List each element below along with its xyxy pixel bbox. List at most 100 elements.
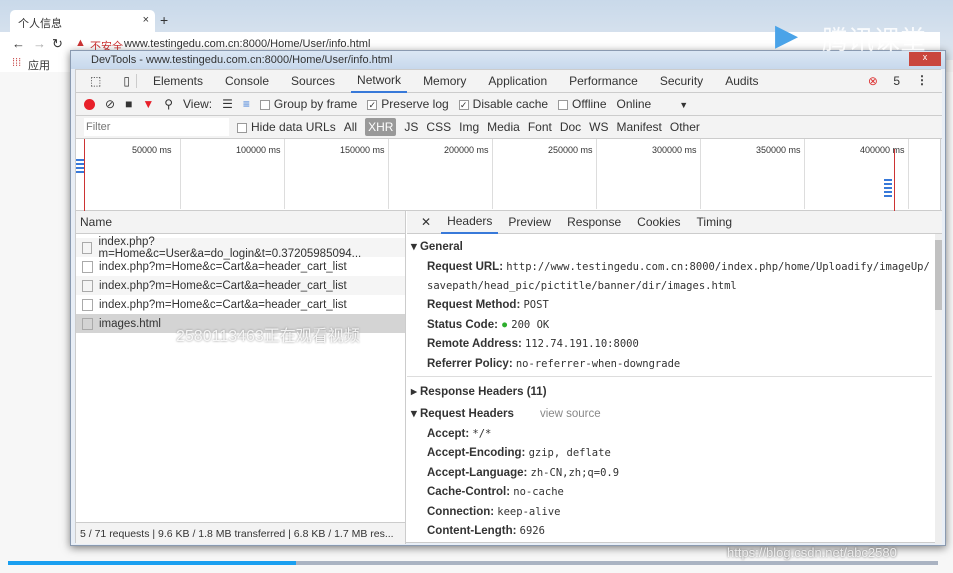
timeline-bars <box>76 159 84 175</box>
forward-icon[interactable]: → <box>33 36 46 51</box>
network-toolbar: ⊘ ■ ▼ ⚲ View: ☰ ≡ Group by frame ✓ Preser… <box>76 93 942 116</box>
timeline-gridline <box>700 139 701 209</box>
filter-xhr[interactable]: XHR <box>365 118 397 136</box>
request-row[interactable]: index.php?m=Home&c=User&a=do_login&t=0.3… <box>76 235 405 260</box>
tab-elements[interactable]: Elements <box>147 74 209 88</box>
request-headers-toggle[interactable]: ▾ Request Headers view source <box>407 403 932 425</box>
filter-all[interactable]: All <box>344 120 357 134</box>
preserve-log-checkbox[interactable]: ✓ Preserve log <box>367 97 449 111</box>
tab-headers[interactable]: Headers <box>441 211 499 234</box>
viewer-notice: 2580113463正在观看视频 <box>176 328 360 345</box>
request-row[interactable]: index.php?m=Home&c=Cart&a=header_cart_li… <box>76 276 405 295</box>
filter-font[interactable]: Font <box>528 120 552 134</box>
tab-preview[interactable]: Preview <box>502 215 557 229</box>
request-header-row: Cache-Control: no-cache <box>427 486 564 498</box>
timeline-tick-label: 200000 ms <box>444 145 489 155</box>
waterfall-icon[interactable]: ≡ <box>243 97 250 111</box>
timeline-marker <box>84 139 85 211</box>
record-button[interactable] <box>84 98 95 110</box>
tab-application[interactable]: Application <box>482 74 553 88</box>
response-headers-toggle[interactable]: ▸ Response Headers (11) <box>407 381 932 403</box>
request-header-row: Accept: */* <box>427 427 492 440</box>
scrollbar[interactable] <box>935 234 942 544</box>
close-tab-icon[interactable]: × <box>143 14 149 26</box>
tab-title: 个人信息 <box>18 18 62 30</box>
tab-console[interactable]: Console <box>219 74 275 88</box>
tab-timing[interactable]: Timing <box>691 215 739 229</box>
tab-network[interactable]: Network <box>351 70 408 93</box>
timeline-overview[interactable]: 50000 ms 100000 ms 150000 ms 200000 ms 25000… <box>76 139 942 211</box>
filter-js[interactable]: JS <box>404 120 418 134</box>
warning-icon: ▲ <box>75 37 86 49</box>
file-icon <box>82 260 93 273</box>
new-tab-icon[interactable]: + <box>160 12 168 28</box>
general-section-toggle[interactable]: ▾ General <box>407 236 932 258</box>
filter-ws[interactable]: WS <box>589 120 608 134</box>
devtools-window: DevTools - www.testingedu.com.cn:8000/Ho… <box>70 50 946 546</box>
more-menu-icon[interactable]: ⋮ <box>910 73 934 87</box>
hide-data-urls-checkbox[interactable]: Hide data URLs <box>237 120 336 134</box>
detail-tabs: ✕ Headers Preview Response Cookies Timin… <box>407 211 942 234</box>
filter-other[interactable]: Other <box>670 120 700 134</box>
request-name: index.php?m=Home&c=Cart&a=header_cart_li… <box>99 260 347 273</box>
filter-input[interactable] <box>84 118 229 136</box>
timeline-tick-label: 350000 ms <box>756 145 801 155</box>
timeline-tick-label: 150000 ms <box>340 145 385 155</box>
file-icon <box>82 317 93 330</box>
request-name: index.php?m=Home&c=Cart&a=header_cart_li… <box>99 279 347 292</box>
disable-cache-checkbox[interactable]: ✓ Disable cache <box>458 97 548 111</box>
request-row[interactable]: index.php?m=Home&c=Cart&a=header_cart_li… <box>76 295 405 314</box>
blog-watermark: https://blog.csdn.net/abc2580 <box>727 545 897 560</box>
timeline-bars <box>884 179 892 199</box>
general-row: Status Code: ● 200 OK <box>427 318 550 331</box>
inspect-icon[interactable]: ⬚ <box>84 74 107 88</box>
tab-response[interactable]: Response <box>561 215 627 229</box>
request-name: index.php?m=Home&c=User&a=do_login&t=0.3… <box>98 235 362 260</box>
filter-manifest[interactable]: Manifest <box>617 120 662 134</box>
large-rows-icon[interactable]: ☰ <box>222 97 233 111</box>
request-header-row: Content-Length: 6926 <box>427 525 545 537</box>
error-count: 5 <box>893 74 900 88</box>
offline-checkbox[interactable]: Offline <box>558 97 607 111</box>
request-row[interactable]: index.php?m=Home&c=Cart&a=header_cart_li… <box>76 257 405 276</box>
tab-security[interactable]: Security <box>654 74 709 88</box>
tab-memory[interactable]: Memory <box>417 74 472 88</box>
reload-icon[interactable]: ↻ <box>52 36 63 52</box>
tab-performance[interactable]: Performance <box>563 74 644 88</box>
capture-screenshots-icon[interactable]: ■ <box>125 97 132 111</box>
filter-media[interactable]: Media <box>487 120 520 134</box>
search-icon[interactable]: ⚲ <box>164 97 173 111</box>
filter-icon[interactable]: ▼ <box>142 97 154 111</box>
brand-watermark: 腾讯课堂 <box>822 25 927 55</box>
tab-audits[interactable]: Audits <box>719 74 764 88</box>
general-row: Request URL: http://www.testingedu.com.c… <box>427 261 930 292</box>
tab-sources[interactable]: Sources <box>285 74 341 88</box>
name-column-header[interactable]: Name <box>76 211 405 234</box>
view-source-link[interactable]: view source <box>540 408 601 420</box>
clear-icon[interactable]: ⊘ <box>105 97 115 111</box>
back-icon[interactable]: ← <box>12 36 25 51</box>
bookmark-apps[interactable]: 应用 <box>28 57 50 73</box>
group-by-frame-checkbox[interactable]: Group by frame <box>259 97 357 111</box>
devtools-tabs: ⬚ ▯ Elements Console Sources Network Memo… <box>76 70 942 93</box>
tab-cookies[interactable]: Cookies <box>631 215 686 229</box>
close-detail-icon[interactable]: ✕ <box>415 215 437 229</box>
filter-doc[interactable]: Doc <box>560 120 581 134</box>
file-icon <box>82 279 93 292</box>
timeline-tick-label: 300000 ms <box>652 145 697 155</box>
throttle-select[interactable]: Online ▼ <box>617 97 689 111</box>
filter-img[interactable]: Img <box>459 120 479 134</box>
status-ok-icon: ● <box>501 318 509 331</box>
general-row: Remote Address: 112.74.191.10:8000 <box>427 338 639 350</box>
error-badge[interactable]: ⊗ 5 <box>856 74 912 88</box>
file-icon <box>82 241 93 254</box>
url-text[interactable]: www.testingedu.com.cn:8000/Home/User/inf… <box>124 38 370 50</box>
request-header-row: Accept-Language: zh-CN,zh;q=0.9 <box>427 466 620 479</box>
device-icon[interactable]: ▯ <box>117 74 137 88</box>
filter-css[interactable]: CSS <box>426 120 451 134</box>
general-row: Referrer Policy: no-referrer-when-downgr… <box>407 355 932 377</box>
timeline-gridline <box>180 139 181 209</box>
file-icon <box>82 298 93 311</box>
video-progress-bar[interactable] <box>8 561 938 565</box>
browser-tab[interactable]: 个人信息 × <box>10 10 155 32</box>
